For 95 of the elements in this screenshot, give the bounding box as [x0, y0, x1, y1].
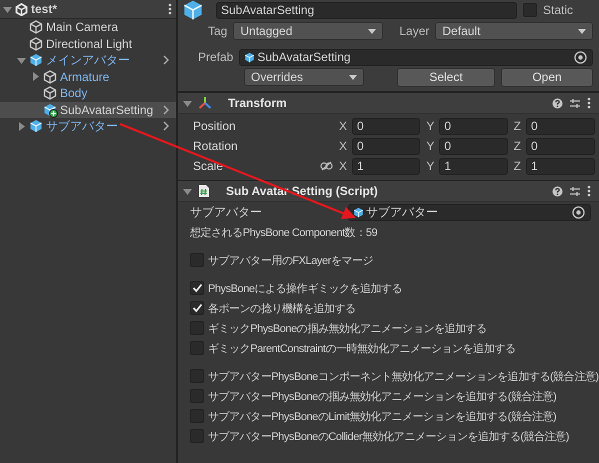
- axis-label: Z: [514, 159, 521, 173]
- menu-icon[interactable]: [168, 3, 172, 15]
- number-field[interactable]: 1: [439, 158, 508, 174]
- checkbox[interactable]: [190, 281, 204, 295]
- number-field[interactable]: 1: [526, 158, 595, 174]
- hierarchy-item[interactable]: Main Camera: [0, 19, 176, 36]
- script-icon: [198, 184, 210, 198]
- component-title: Sub Avatar Setting (Script): [226, 184, 379, 198]
- hierarchy-item[interactable]: メインアバター: [0, 52, 176, 68]
- prefab-field[interactable]: SubAvatarSetting: [239, 48, 593, 66]
- property-label: Position: [193, 119, 236, 133]
- toggle-label: サブアバターPhysBoneコンポーネント無効化アニメーションを追加する(競合注意): [208, 370, 599, 384]
- tag-label: Tag: [208, 24, 228, 38]
- axis-label: Y: [426, 139, 434, 153]
- object-field[interactable]: サブアバター: [348, 204, 591, 220]
- layer-dropdown[interactable]: Default: [435, 22, 593, 40]
- toggle-label: サブアバターPhysBoneのCollider無効化アニメーションを追加する(競合注意): [208, 430, 569, 444]
- prefab-icon: [182, 0, 204, 21]
- number-field[interactable]: 0: [526, 118, 595, 134]
- hierarchy-item[interactable]: Directional Light: [0, 36, 176, 52]
- number-field[interactable]: 0: [352, 118, 420, 134]
- open-button[interactable]: Open: [501, 68, 593, 86]
- help-icon[interactable]: [552, 98, 563, 108]
- target-icon[interactable]: [573, 50, 588, 64]
- expanded-arrow-icon[interactable]: [17, 56, 26, 65]
- cube-icon: [43, 86, 57, 100]
- scene-name: test*: [31, 2, 58, 16]
- static-checkbox[interactable]: [523, 3, 537, 17]
- axis-label: Y: [426, 119, 434, 133]
- toggle-label: サブアバターPhysBoneのLimit無効化アニメーションを追加する(競合注意): [208, 410, 556, 424]
- prefab-icon: [353, 206, 364, 218]
- number-field[interactable]: 0: [439, 138, 508, 154]
- expanded-arrow-icon[interactable]: [183, 98, 192, 108]
- number-field[interactable]: 1: [352, 158, 420, 174]
- axis-label: X: [339, 119, 348, 133]
- collapsed-arrow-icon[interactable]: [17, 122, 26, 131]
- item-label: Directional Light: [46, 36, 134, 51]
- cube-icon: [43, 70, 57, 84]
- axis-label: Z: [514, 139, 521, 153]
- hierarchy-item[interactable]: Armature: [0, 68, 176, 85]
- number-field[interactable]: 0: [352, 138, 420, 154]
- prefab-icon: [29, 119, 43, 134]
- axis-label: X: [339, 159, 348, 173]
- unity-logo-icon: [15, 2, 28, 16]
- sliders-icon[interactable]: [569, 186, 581, 196]
- toggle-label: ギミックPhysBoneの掴み無効化アニメーションを追加する: [208, 322, 487, 336]
- sliders-icon[interactable]: [569, 98, 581, 108]
- menu-icon[interactable]: [587, 97, 591, 109]
- tag-dropdown[interactable]: Untagged: [233, 22, 384, 40]
- property-label: サブアバター: [190, 204, 263, 220]
- hierarchy-item[interactable]: Body: [0, 85, 176, 102]
- chevron-icon[interactable]: [162, 55, 170, 66]
- toggle-label: 各ボーンの捻り機構を追加する: [208, 302, 356, 316]
- toggle-label: サブアバター用のFXLayerをマージ: [208, 254, 374, 268]
- item-label: Body: [60, 86, 88, 100]
- toggle-label: PhysBoneによる操作ギミックを追加する: [208, 282, 402, 296]
- expanded-arrow-icon[interactable]: [3, 4, 12, 14]
- target-icon[interactable]: [571, 204, 586, 220]
- checkbox[interactable]: [190, 301, 204, 315]
- overrides-dropdown[interactable]: Overrides: [244, 68, 364, 86]
- prefab-added-icon: [43, 102, 57, 117]
- number-field[interactable]: 0: [526, 138, 595, 154]
- toggle-label: ギミックParentConstraintの一時無効化アニメーションを追加する: [208, 342, 516, 356]
- prefab-icon: [244, 52, 256, 62]
- number-field[interactable]: 0: [439, 118, 508, 134]
- item-label: Armature: [60, 70, 110, 84]
- object-name-field[interactable]: SubAvatarSetting: [216, 2, 517, 18]
- menu-icon[interactable]: [587, 185, 591, 197]
- component-title: Transform: [228, 96, 288, 110]
- prefab-label: Prefab: [198, 50, 234, 64]
- cube-icon: [29, 20, 43, 34]
- chevron-icon[interactable]: [162, 104, 170, 115]
- cube-icon: [29, 36, 43, 51]
- item-label: メインアバター: [46, 52, 131, 69]
- hierarchy-item[interactable]: サブアバター: [0, 118, 176, 134]
- axis-label: X: [339, 139, 348, 153]
- item-label: Main Camera: [46, 20, 120, 34]
- hierarchy-item[interactable]: SubAvatarSetting: [0, 102, 176, 118]
- prefab-icon: [29, 53, 43, 68]
- select-button[interactable]: Select: [397, 68, 495, 86]
- info-text: 想定されるPhysBone Component数：59: [190, 226, 378, 240]
- property-label: Rotation: [193, 139, 238, 153]
- chevron-icon[interactable]: [162, 121, 170, 132]
- axis-label: Y: [426, 159, 434, 173]
- layer-label: Layer: [399, 24, 430, 38]
- unlinked-chain-icon[interactable]: [320, 161, 333, 171]
- collapsed-arrow-icon[interactable]: [31, 72, 40, 82]
- item-label: サブアバター: [46, 118, 119, 135]
- static-label: Static: [543, 3, 574, 17]
- toggle-label: サブアバターPhysBoneの掴み無効化アニメーションを追加する(競合注意): [208, 390, 556, 404]
- axis-label: Z: [514, 119, 521, 133]
- item-label: SubAvatarSetting: [60, 102, 154, 117]
- help-icon[interactable]: [552, 186, 563, 196]
- expanded-arrow-icon[interactable]: [183, 186, 192, 196]
- transform-icon: [198, 96, 212, 110]
